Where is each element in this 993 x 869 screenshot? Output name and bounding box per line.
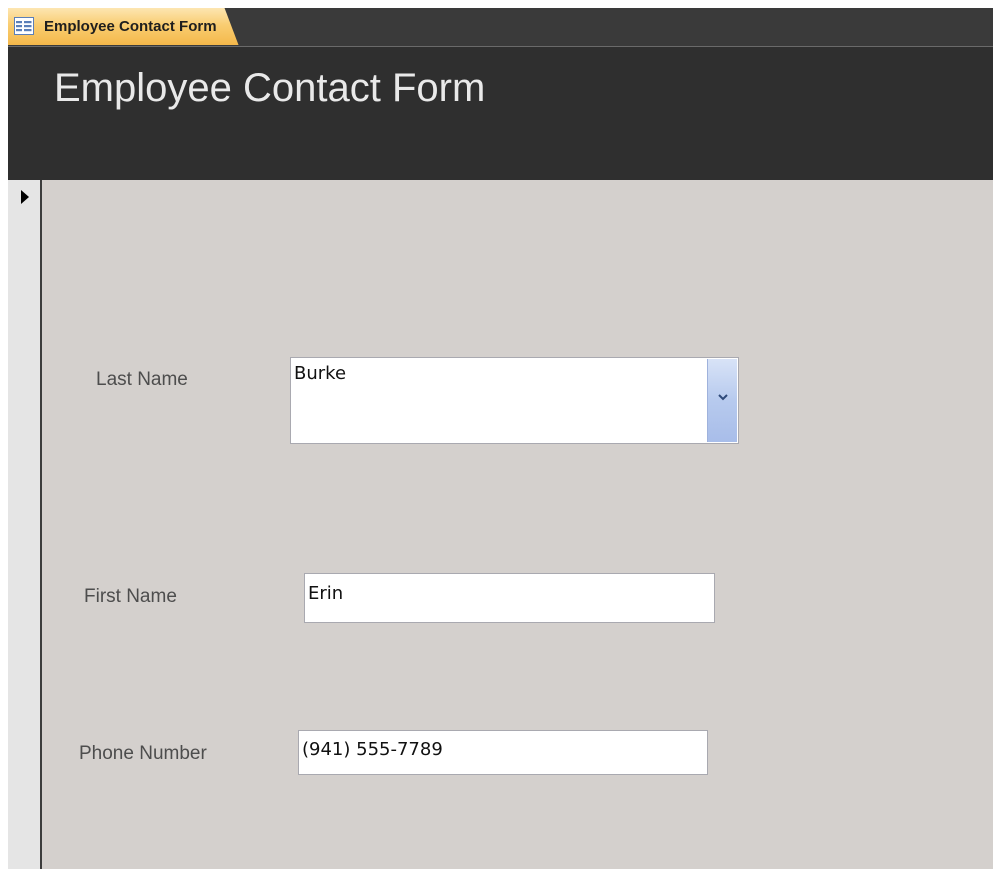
phone-number-field[interactable]: (941) 555-7789 bbox=[298, 730, 708, 775]
last-name-combo-box[interactable]: Burke bbox=[290, 357, 739, 444]
form-detail-section: Last Name Burke First Name Erin Phone Nu… bbox=[42, 180, 993, 869]
record-selector[interactable] bbox=[8, 180, 42, 869]
first-name-field[interactable]: Erin bbox=[304, 573, 715, 623]
first-name-value: Erin bbox=[308, 583, 344, 604]
phone-number-label: Phone Number bbox=[79, 743, 207, 764]
phone-number-value: (941) 555-7789 bbox=[302, 739, 443, 760]
current-record-arrow-icon bbox=[21, 190, 29, 204]
last-name-value: Burke bbox=[294, 363, 347, 384]
tab-label: Employee Contact Form bbox=[44, 18, 217, 35]
access-form-window: Employee Contact Form Employee Contact F… bbox=[8, 8, 993, 869]
form-icon bbox=[14, 17, 34, 35]
chevron-down-icon bbox=[718, 394, 728, 401]
last-name-dropdown-button[interactable] bbox=[707, 359, 737, 442]
first-name-label: First Name bbox=[84, 586, 177, 607]
document-tab-bar: Employee Contact Form bbox=[8, 8, 993, 47]
tab-employee-contact-form[interactable]: Employee Contact Form bbox=[8, 8, 239, 45]
form-header: Employee Contact Form bbox=[8, 47, 993, 180]
last-name-label: Last Name bbox=[96, 369, 188, 390]
form-title: Employee Contact Form bbox=[54, 66, 486, 110]
